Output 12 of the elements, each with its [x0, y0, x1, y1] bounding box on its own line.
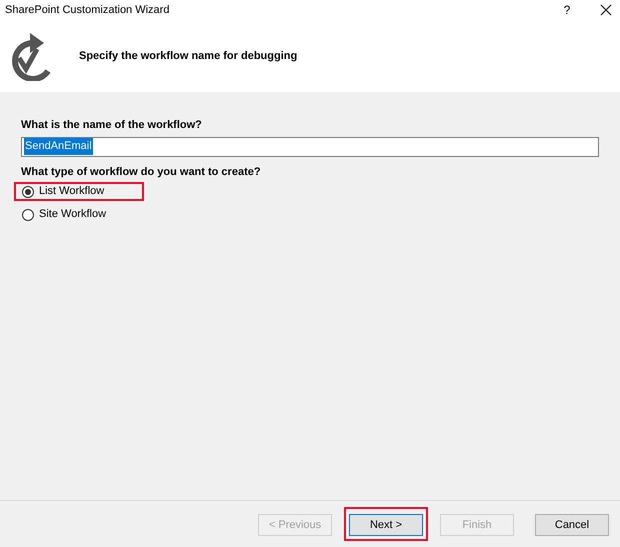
- close-icon: [600, 4, 612, 16]
- field-label: What is the name of the workflow?: [21, 118, 203, 133]
- page-heading: Specify the workflow name for debugging: [79, 48, 298, 64]
- help-button[interactable]: ?: [557, 1, 577, 19]
- field-value: SendAnEmail: [24, 138, 93, 155]
- radio-option[interactable]: List Workflow: [22, 183, 104, 200]
- window-title: SharePoint Customization Wizard: [5, 2, 170, 18]
- group-label: What type of workflow do you want to create?: [21, 164, 262, 180]
- radio-option[interactable]: Site Workflow: [22, 206, 106, 223]
- wizard-button[interactable]: Next >: [349, 514, 423, 536]
- wizard-button[interactable]: Cancel: [535, 514, 609, 536]
- workflow-name-field[interactable]: SendAnEmail: [21, 136, 599, 156]
